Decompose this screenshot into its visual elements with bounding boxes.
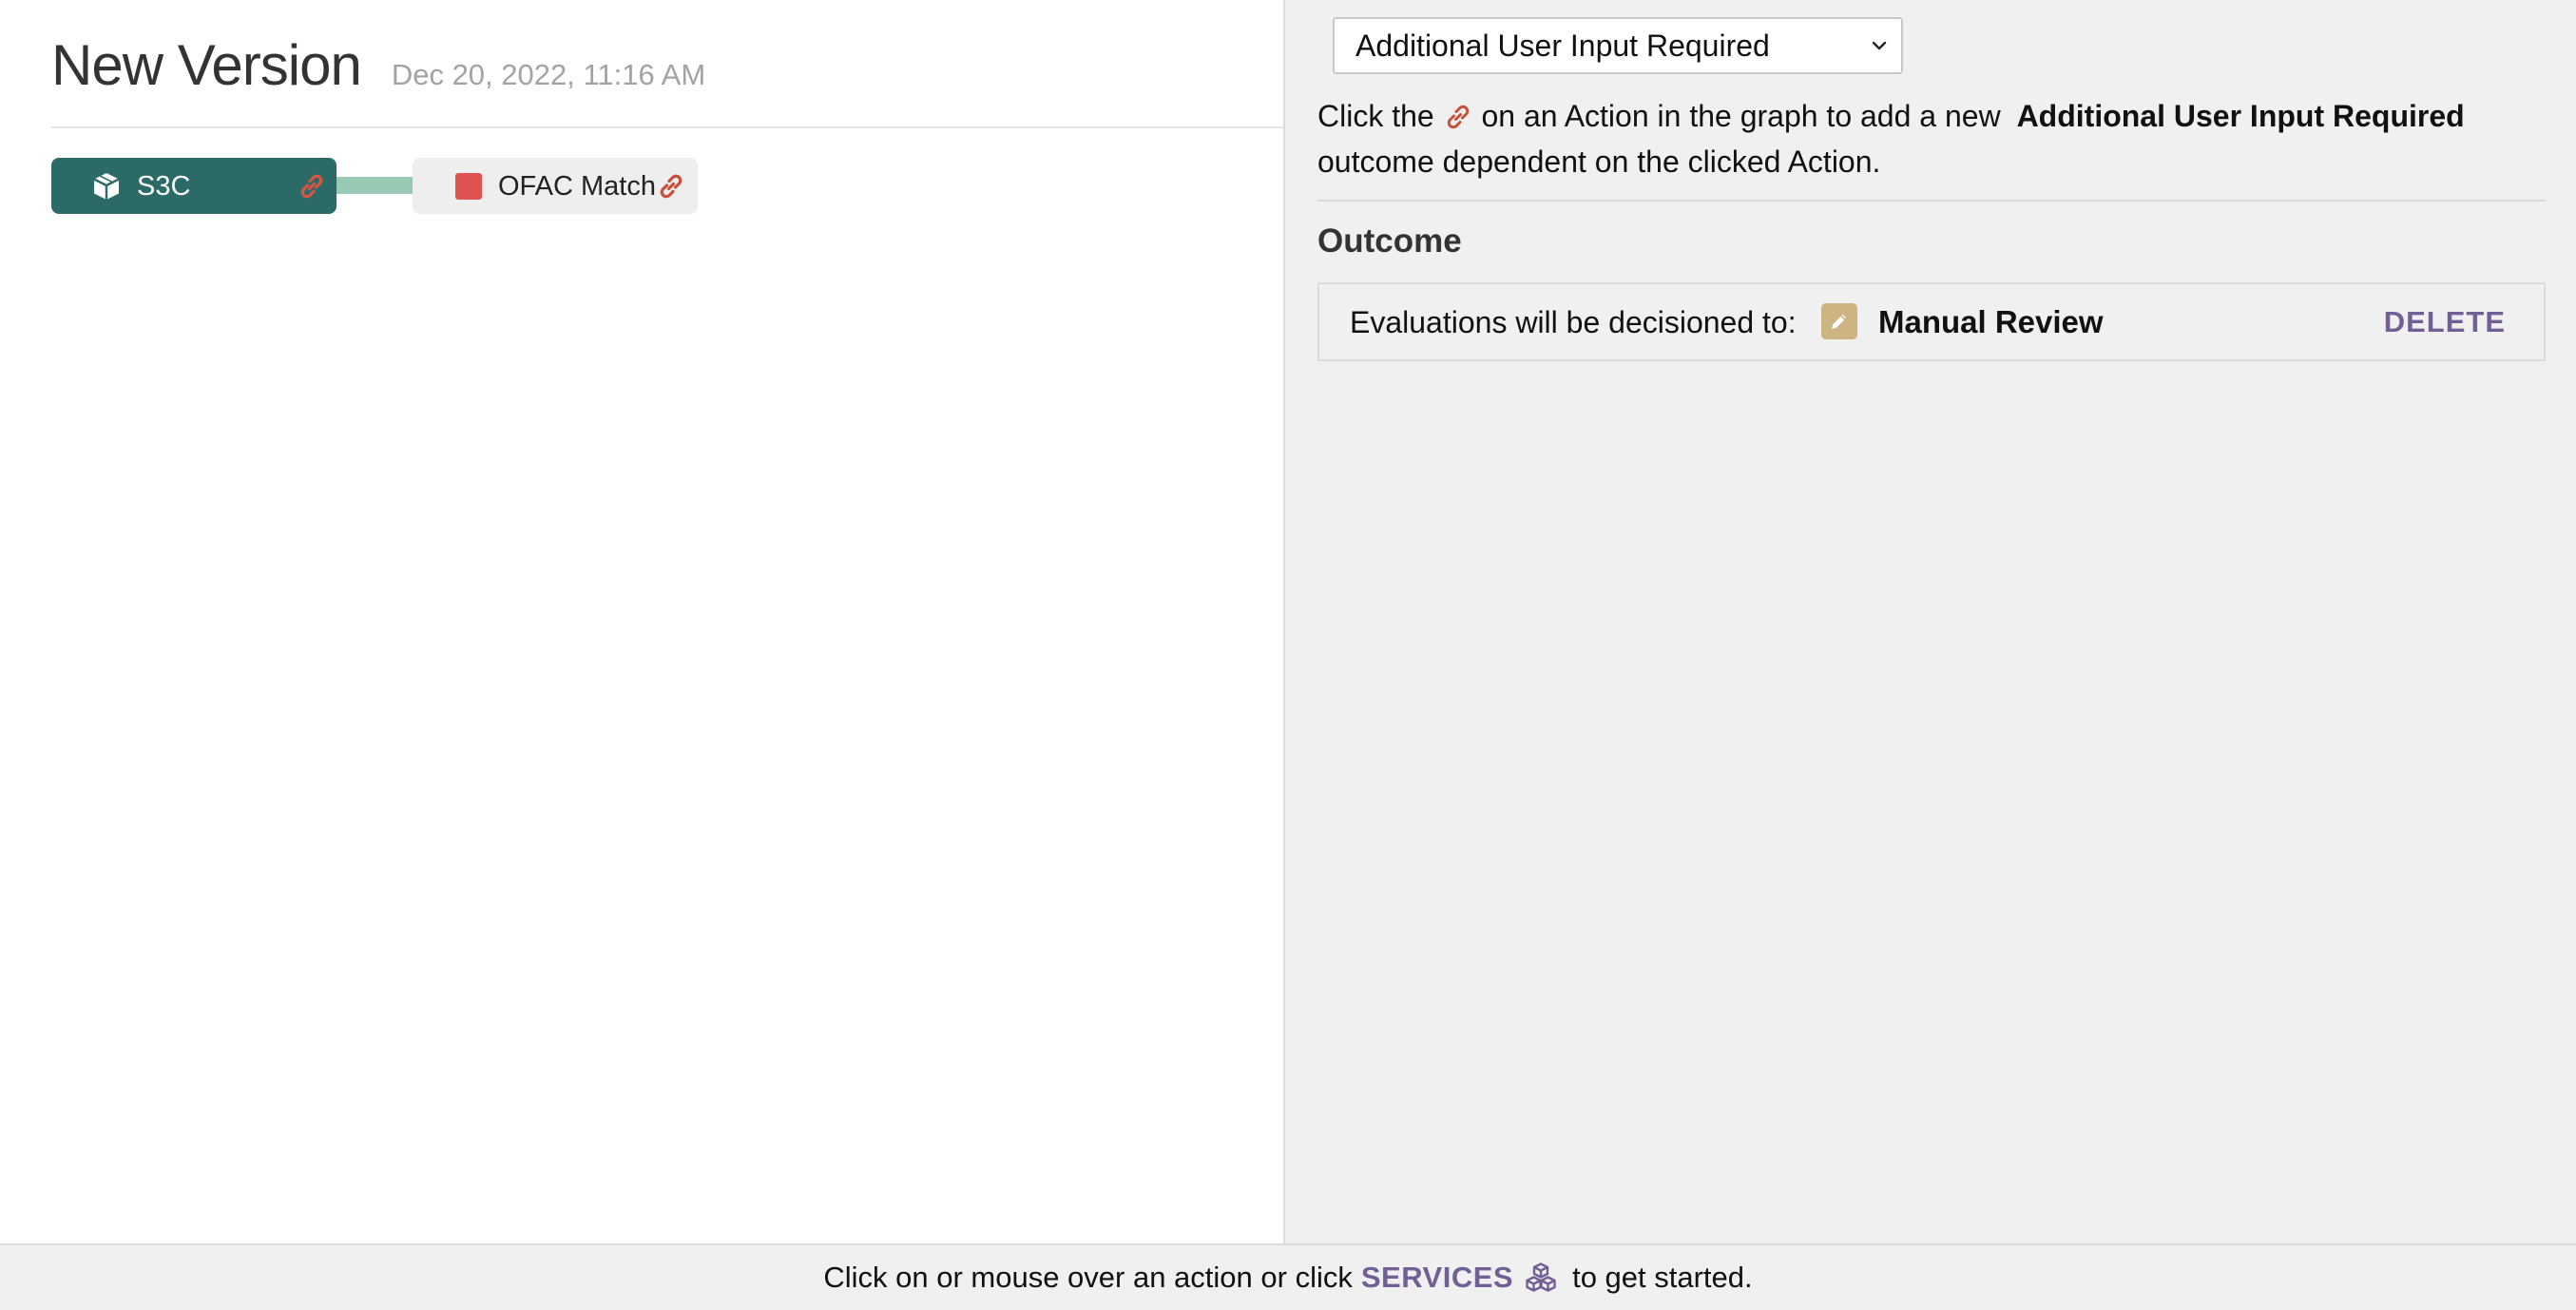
graph-node-label: OFAC Match xyxy=(498,171,656,202)
status-bar: Click on or mouse over an action or clic… xyxy=(0,1243,2576,1310)
title-row: New Version Dec 20, 2022, 11:16 AM xyxy=(51,32,705,98)
graph-node-label: S3C xyxy=(137,171,191,202)
instruction-suffix: outcome dependent on the clicked Action. xyxy=(1317,144,1881,179)
page-title: New Version xyxy=(51,33,362,97)
red-square-icon xyxy=(455,173,482,200)
link-icon[interactable] xyxy=(297,171,327,202)
link-icon[interactable] xyxy=(656,171,686,202)
outcome-row: Evaluations will be decisioned to: Manua… xyxy=(1317,282,2546,361)
graph-node-s3c[interactable]: S3C xyxy=(51,158,336,214)
instruction-prefix: Click the xyxy=(1317,99,1434,133)
status-suffix: to get started. xyxy=(1572,1261,1753,1294)
cube-icon xyxy=(93,173,120,200)
outcome-panel: Additional User Input Required Click the… xyxy=(1283,0,2576,1243)
outcome-select-wrapper: Additional User Input Required xyxy=(1333,17,1903,74)
graph-pane: New Version Dec 20, 2022, 11:16 AM S3C O… xyxy=(0,0,1283,1243)
pencil-icon xyxy=(1821,303,1857,339)
graph-node-ofac-match[interactable]: OFAC Match xyxy=(413,158,698,214)
version-date: Dec 20, 2022, 11:16 AM xyxy=(391,58,706,91)
graph-edge xyxy=(336,177,413,194)
outcome-heading: Outcome xyxy=(1317,222,1462,260)
instruction-text: Click the on an Action in the graph to a… xyxy=(1317,93,2515,184)
cubes-icon[interactable] xyxy=(1525,1262,1557,1294)
delete-button[interactable]: DELETE xyxy=(2384,304,2506,340)
services-link[interactable]: SERVICES xyxy=(1361,1261,1513,1295)
outcome-type-select[interactable]: Additional User Input Required xyxy=(1333,17,1903,74)
panel-divider xyxy=(1317,200,2546,202)
instruction-outcome-name: Additional User Input Required xyxy=(2016,99,2465,133)
link-icon xyxy=(1447,105,1469,129)
outcome-row-text: Evaluations will be decisioned to: xyxy=(1350,305,1797,339)
title-divider xyxy=(51,126,1283,128)
instruction-middle: on an Action in the graph to add a new xyxy=(1481,99,2001,133)
decision-label: Manual Review xyxy=(1878,304,2104,339)
status-prefix: Click on or mouse over an action or clic… xyxy=(823,1261,1353,1294)
